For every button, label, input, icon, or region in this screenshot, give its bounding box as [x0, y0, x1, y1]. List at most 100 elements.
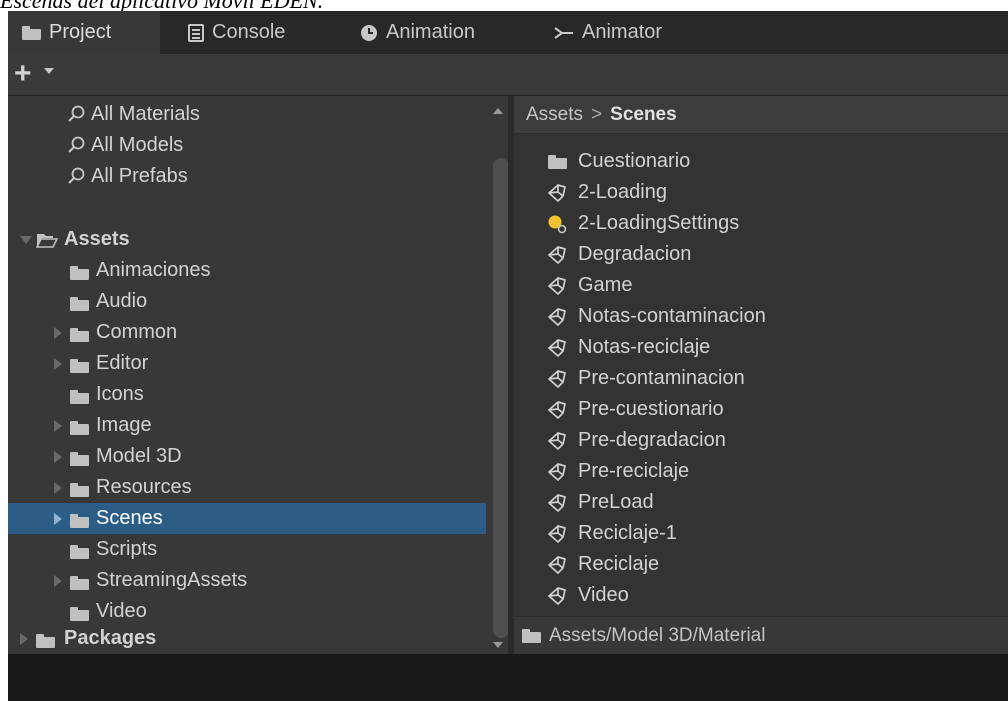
folder-icon: [70, 511, 89, 534]
favorite-all-models[interactable]: All Models: [8, 130, 486, 161]
tree-item-image[interactable]: Image: [8, 410, 486, 441]
tree-item-assets[interactable]: Assets: [8, 224, 486, 255]
folder-icon: [70, 356, 89, 379]
file-item[interactable]: Reciclaje-1: [546, 518, 677, 549]
search-icon: [68, 105, 86, 129]
favorite-label: All Prefabs: [91, 165, 188, 187]
file-item[interactable]: Pre-contaminacion: [546, 363, 745, 394]
tree-item-scenes[interactable]: Scenes: [8, 503, 486, 534]
expand-arrow-icon[interactable]: [54, 420, 62, 432]
file-item[interactable]: Game: [546, 270, 632, 301]
unity-scene-icon: [546, 555, 568, 574]
file-label: PreLoad: [578, 491, 654, 513]
unity-scene-icon: [546, 276, 568, 295]
unity-scene-icon: [546, 245, 568, 264]
lighting-settings-icon: [546, 214, 568, 234]
unity-scene-icon: [546, 431, 568, 450]
unity-scene-icon: [546, 338, 568, 357]
unity-scene-icon: [546, 586, 568, 605]
search-icon: [68, 136, 86, 160]
tab-project[interactable]: Project: [8, 11, 160, 54]
favorite-all-materials[interactable]: All Materials: [8, 99, 486, 130]
file-list-panel: Assets > Scenes Cuestionario 2-Loading 2-L…: [514, 96, 1008, 654]
expand-arrow-icon[interactable]: [20, 633, 28, 645]
folder-icon: [70, 449, 89, 472]
file-item[interactable]: 2-Loading: [546, 177, 667, 208]
file-item[interactable]: Notas-reciclaje: [546, 332, 710, 363]
file-label: Notas-contaminacion: [578, 305, 766, 327]
scroll-up-icon[interactable]: [493, 108, 503, 114]
file-item[interactable]: Pre-degradacion: [546, 425, 726, 456]
folder-icon: [70, 418, 89, 441]
breadcrumb-current[interactable]: Scenes: [610, 104, 677, 126]
tab-label: Console: [212, 21, 286, 43]
tree-scrollbar[interactable]: [486, 96, 509, 654]
tree-item-editor[interactable]: Editor: [8, 348, 486, 379]
file-label: Notas-reciclaje: [578, 336, 711, 358]
expand-arrow-icon[interactable]: [54, 327, 62, 339]
unity-project-window: Project Console Animation Animator + All…: [8, 11, 1008, 701]
folder-icon: [36, 631, 55, 654]
tree-label: Packages: [64, 627, 157, 649]
expand-arrow-icon[interactable]: [54, 451, 62, 463]
folder-icon: [22, 25, 41, 40]
tab-console[interactable]: Console: [174, 11, 344, 54]
tree-item-resources[interactable]: Resources: [8, 472, 486, 503]
folder-icon: [522, 628, 541, 643]
tree-item-audio[interactable]: Audio: [8, 286, 486, 317]
file-item[interactable]: PreLoad: [546, 487, 654, 518]
file-item[interactable]: Reciclaje: [546, 549, 659, 580]
folder-icon: [546, 154, 568, 169]
folder-icon: [70, 480, 89, 503]
file-item[interactable]: Pre-reciclaje: [546, 456, 689, 487]
tree-item-streamingassets[interactable]: StreamingAssets: [8, 565, 486, 596]
tree-label: Common: [96, 321, 178, 343]
tree-item-model-3d[interactable]: Model 3D: [8, 441, 486, 472]
status-path: Assets/Model 3D/Material: [549, 624, 766, 646]
tree-label: Video: [96, 600, 147, 622]
expand-arrow-icon[interactable]: [54, 482, 62, 494]
unity-scene-icon: [546, 369, 568, 388]
tree-item-scripts[interactable]: Scripts: [8, 534, 486, 565]
tab-animation[interactable]: Animation: [346, 11, 526, 54]
breadcrumb-root[interactable]: Assets: [526, 104, 583, 126]
expand-arrow-icon[interactable]: [54, 575, 62, 587]
chevron-down-icon[interactable]: [44, 68, 54, 74]
animation-clock-icon: [360, 24, 378, 42]
file-label: Pre-reciclaje: [578, 460, 690, 482]
expand-arrow-icon[interactable]: [20, 236, 32, 244]
scrollbar-thumb[interactable]: [493, 158, 509, 638]
create-button[interactable]: +: [14, 56, 32, 92]
folder-icon: [70, 387, 89, 410]
tab-bar: Project Console Animation Animator: [8, 11, 1008, 54]
file-item[interactable]: 2-LoadingSettings: [546, 208, 739, 239]
file-item[interactable]: Pre-cuestionario: [546, 394, 724, 425]
file-label: Game: [578, 274, 633, 296]
figure-caption: Escenas del aplicativo Movil EDEN.: [0, 0, 324, 13]
bottom-bar: [8, 654, 1008, 701]
file-label: Pre-cuestionario: [578, 398, 724, 420]
tab-label: Animation: [386, 21, 475, 43]
scroll-down-icon[interactable]: [493, 642, 503, 648]
favorite-label: All Models: [91, 134, 184, 156]
file-label: Reciclaje-1: [578, 522, 677, 544]
tree-label: Image: [96, 414, 152, 436]
expand-arrow-icon[interactable]: [54, 358, 62, 370]
file-label: Reciclaje: [578, 553, 660, 575]
file-label: Cuestionario: [578, 150, 691, 172]
tree-item-animaciones[interactable]: Animaciones: [8, 255, 486, 286]
file-item[interactable]: Video: [546, 580, 629, 611]
file-item[interactable]: Cuestionario: [546, 146, 690, 177]
tree-item-common[interactable]: Common: [8, 317, 486, 348]
open-folder-icon: [35, 231, 59, 254]
expand-arrow-icon[interactable]: [54, 513, 62, 525]
tree-item-packages[interactable]: Packages: [8, 623, 486, 654]
favorite-all-prefabs[interactable]: All Prefabs: [8, 161, 486, 192]
project-toolbar: +: [8, 54, 1008, 96]
file-item[interactable]: Notas-contaminacion: [546, 301, 766, 332]
tree-item-icons[interactable]: Icons: [8, 379, 486, 410]
tab-animator[interactable]: Animator: [540, 11, 720, 54]
file-item[interactable]: Degradacion: [546, 239, 691, 270]
file-label: 2-Loading: [578, 181, 667, 203]
animator-icon: [554, 25, 574, 41]
